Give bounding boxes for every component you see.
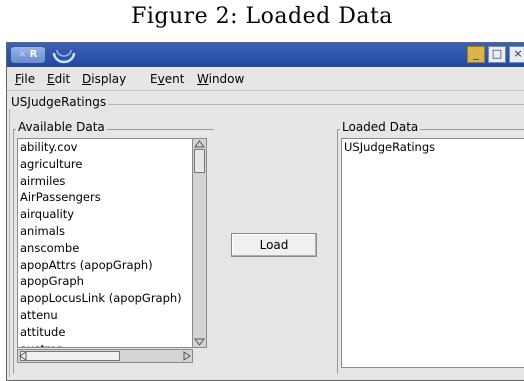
scroll-left-arrow-icon[interactable] [19, 351, 27, 361]
list-item[interactable]: ability.cov [18, 139, 206, 156]
window-arc-icon [52, 49, 76, 64]
menu-file-rest: ile [21, 72, 36, 86]
vertical-scroll-thumb[interactable] [194, 149, 205, 173]
menu-file[interactable]: File [15, 68, 35, 90]
list-item[interactable]: apopGraph [18, 273, 206, 290]
x-mark-icon: ✕ [18, 50, 27, 60]
menu-edit[interactable]: Edit [47, 68, 70, 90]
loaded-data-list[interactable]: USJudgeRatings [341, 138, 524, 368]
app-window: ✕ R _ □ × File Edit Display Event Window… [6, 42, 524, 381]
maximize-button[interactable]: □ [488, 46, 506, 63]
list-item[interactable]: attenu [18, 307, 206, 324]
close-button[interactable]: × [509, 46, 524, 63]
menu-event-first: E [150, 72, 158, 86]
menu-display-accel: D [82, 72, 92, 86]
menu-event-rest: ent [164, 72, 185, 86]
vertical-scrollbar[interactable] [192, 139, 206, 347]
list-item[interactable]: AirPassengers [18, 189, 206, 206]
menu-window[interactable]: Window [197, 68, 244, 90]
horizontal-scrollbar[interactable] [17, 349, 193, 363]
scroll-up-arrow-icon[interactable] [194, 140, 205, 148]
app-icon-label: R [29, 49, 38, 60]
list-item[interactable]: agriculture [18, 156, 206, 173]
r-app-icon[interactable]: ✕ R [11, 47, 45, 63]
menu-event[interactable]: Event [150, 68, 184, 90]
minimize-button[interactable]: _ [467, 46, 485, 63]
list-item[interactable]: animals [18, 223, 206, 240]
list-item[interactable]: apopAttrs (apopGraph) [18, 257, 206, 274]
horizontal-scroll-thumb[interactable] [20, 351, 120, 361]
available-data-rows: ability.cov agriculture airmiles AirPass… [18, 139, 206, 347]
menu-edit-accel: E [47, 72, 55, 86]
list-item[interactable]: attitude [18, 324, 206, 341]
list-item[interactable]: USJudgeRatings [342, 139, 524, 156]
available-data-list[interactable]: ability.cov agriculture airmiles AirPass… [17, 138, 207, 348]
title-bar[interactable]: ✕ R _ □ × [7, 43, 524, 67]
menu-bar: File Edit Display Event Window [7, 68, 524, 91]
menu-display-rest: isplay [91, 72, 127, 86]
load-button[interactable]: Load [231, 233, 317, 257]
list-item[interactable]: anscombe [18, 240, 206, 257]
loaded-data-label: Loaded Data [340, 120, 421, 134]
dataset-group-label: USJudgeRatings [9, 95, 109, 109]
list-item[interactable]: airquality [18, 206, 206, 223]
menu-window-accel: W [197, 72, 209, 86]
list-item[interactable]: airmiles [18, 173, 206, 190]
list-item[interactable]: austres [18, 341, 206, 347]
menu-event-accel: v [157, 72, 165, 86]
figure-caption: Figure 2: Loaded Data [131, 4, 393, 29]
menu-display[interactable]: Display [82, 68, 126, 90]
menu-window-rest: indow [208, 72, 245, 86]
list-item[interactable]: apopLocusLink (apopGraph) [18, 290, 206, 307]
available-data-label: Available Data [16, 120, 107, 134]
scroll-down-arrow-icon[interactable] [194, 338, 205, 346]
menu-edit-rest: dit [54, 72, 71, 86]
scroll-right-arrow-icon[interactable] [183, 351, 191, 361]
